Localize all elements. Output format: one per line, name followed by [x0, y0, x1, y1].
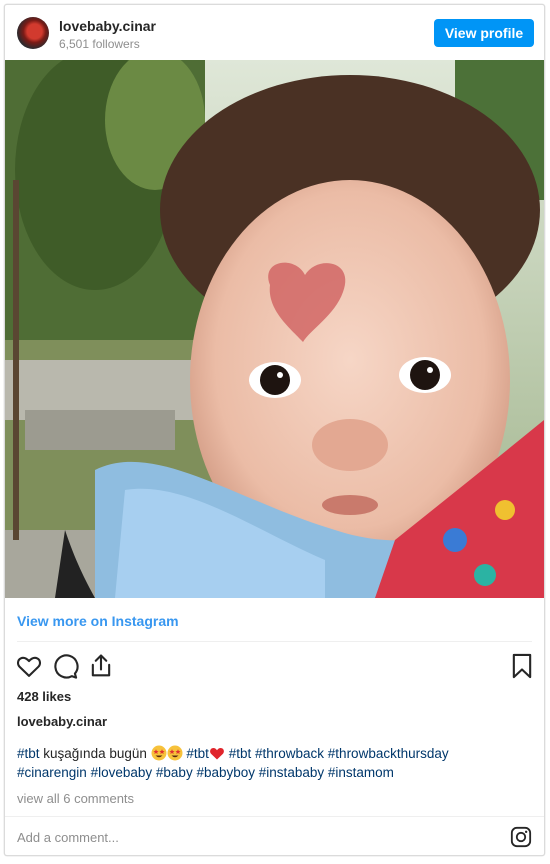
hashtag-babyboy[interactable]: #babyboy — [196, 765, 255, 780]
hashtag-tbt[interactable]: #tbt — [229, 746, 252, 761]
like-count[interactable]: 428 likes — [17, 689, 71, 704]
share-icon[interactable] — [87, 652, 115, 680]
view-more-link[interactable]: View more on Instagram — [17, 613, 179, 629]
post-photo[interactable] — [5, 60, 544, 598]
view-all-comments-link[interactable]: view all 6 comments — [17, 791, 134, 806]
divider — [17, 641, 532, 642]
caption-text: kuşağında bugün — [39, 746, 151, 761]
hashtag-instababy[interactable]: #instababy — [259, 765, 324, 780]
heart-icon[interactable] — [15, 652, 43, 680]
comment-icon[interactable] — [51, 652, 79, 680]
caption-line-2: #cinarengin #lovebaby #baby #babyboy #in… — [17, 763, 532, 782]
hashtag-tbt[interactable]: #tbt — [186, 746, 209, 761]
instagram-embed-card: lovebaby.cinar 6,501 followers View prof… — [4, 4, 545, 856]
hashtag-throwbackthursday[interactable]: #throwbackthursday — [328, 746, 449, 761]
follower-count: 6,501 followers — [59, 37, 140, 51]
hashtag-instamom[interactable]: #instamom — [328, 765, 394, 780]
view-profile-button[interactable]: View profile — [434, 19, 534, 47]
username[interactable]: lovebaby.cinar — [59, 18, 156, 34]
star-struck-emoji-icon — [167, 745, 183, 761]
red-heart-emoji-icon — [210, 748, 224, 760]
post-header: lovebaby.cinar 6,501 followers View prof… — [5, 5, 544, 60]
avatar[interactable] — [17, 17, 49, 49]
hashtag-cinarengin[interactable]: #cinarengin — [17, 765, 87, 780]
add-comment-input[interactable]: Add a comment... — [17, 830, 119, 845]
post-caption: #tbt kuşağında bugün #tbt #tbt #throwbac… — [17, 744, 532, 782]
instagram-icon[interactable] — [510, 826, 532, 848]
hashtag-lovebaby[interactable]: #lovebaby — [91, 765, 153, 780]
hashtag-tbt[interactable]: #tbt — [17, 746, 40, 761]
hashtag-throwback[interactable]: #throwback — [255, 746, 324, 761]
add-comment-bar: Add a comment... — [5, 816, 544, 855]
star-struck-emoji-icon — [151, 745, 167, 761]
hashtag-baby[interactable]: #baby — [156, 765, 193, 780]
caption-line-1: #tbt kuşağında bugün #tbt #tbt #throwbac… — [17, 744, 532, 763]
post-author[interactable]: lovebaby.cinar — [17, 714, 107, 729]
bookmark-icon[interactable] — [508, 652, 536, 680]
